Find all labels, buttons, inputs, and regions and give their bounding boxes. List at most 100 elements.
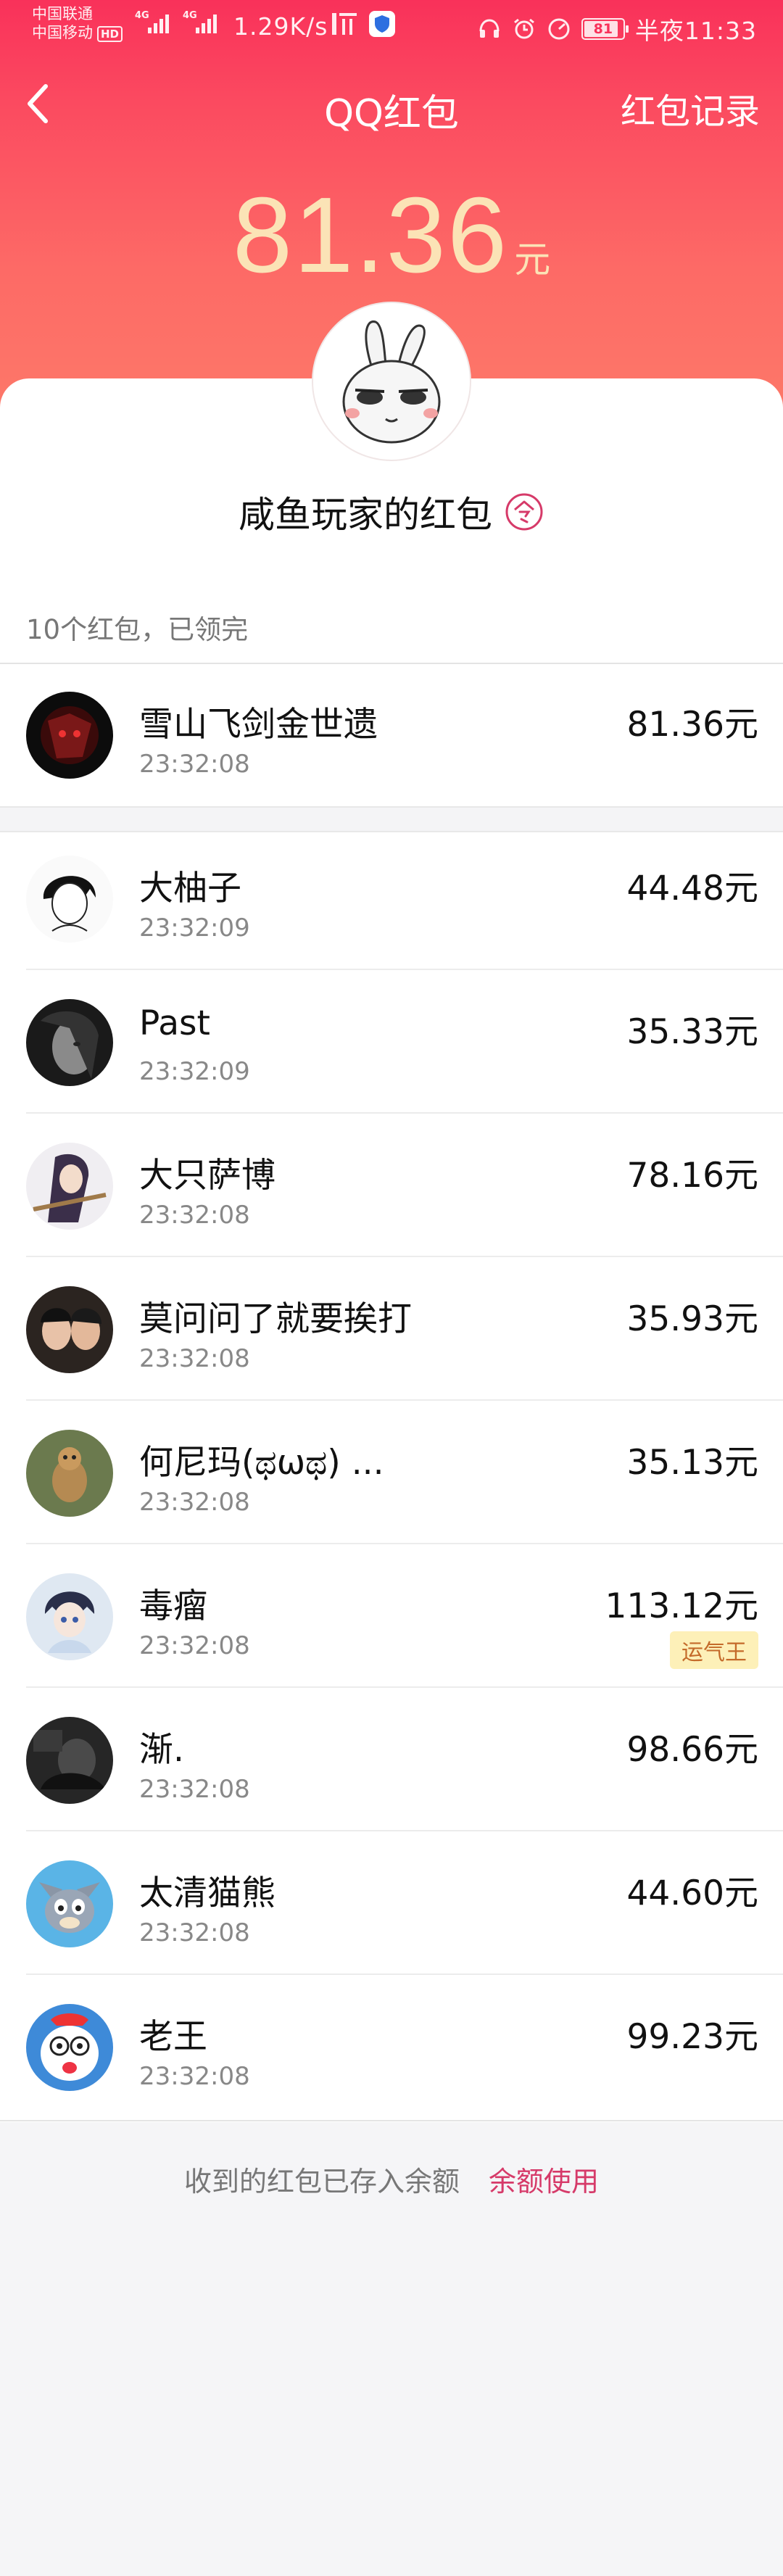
receiver-name: 老王 — [139, 2017, 207, 2057]
amount-value: 81.36 — [232, 175, 509, 295]
receive-time: 23:32:08 — [139, 1344, 250, 1373]
receive-amount: 98.66元 — [626, 1730, 758, 1770]
receive-amount: 35.33元 — [626, 1012, 758, 1052]
list-item[interactable]: 老王 23:32:08 99.23元 — [0, 1976, 783, 2119]
row-divider — [26, 969, 783, 970]
receive-time: 23:32:09 — [139, 914, 250, 943]
speedometer-icon — [548, 18, 570, 40]
avatar-image — [26, 2004, 113, 2091]
list-item-self[interactable]: 雪山飞剑金世遗 23:32:08 81.36元 — [0, 664, 783, 806]
alarm-icon — [513, 18, 534, 39]
list-item[interactable]: 莫问问了就要挨打 23:32:08 35.93元 — [0, 1259, 783, 1401]
red-packet-records-link[interactable]: 红包记录 — [621, 83, 760, 133]
list-bottom-divider — [0, 2120, 783, 2121]
list-item[interactable]: 何尼玛(ಥωಥ) ... 23:32:08 35.13元 — [0, 1402, 783, 1544]
receive-amount: 35.13元 — [626, 1443, 758, 1483]
receive-amount: 99.23元 — [626, 2017, 758, 2057]
carrier-2: 中国移动 — [32, 24, 93, 41]
receiver-name: 太清猫熊 — [139, 1873, 276, 1913]
receive-amount: 35.93元 — [626, 1299, 758, 1339]
network-type-1: 4G — [135, 10, 149, 21]
use-balance-link[interactable]: 余额使用 — [489, 2166, 599, 2198]
avatar — [26, 999, 113, 1086]
sender-row: 咸鱼玩家的红包 — [0, 486, 783, 538]
receive-time: 23:32:08 — [139, 1201, 250, 1230]
list-item[interactable]: 大只萨博 23:32:08 78.16元 — [0, 1115, 783, 1257]
avatar — [26, 1573, 113, 1660]
avatar — [26, 692, 113, 779]
footer: 收到的红包已存入余额 余额使用 — [0, 2159, 783, 2199]
receive-time: 23:32:08 — [139, 2062, 250, 2091]
avatar-image — [26, 1143, 113, 1230]
status-bar: 中国联通 中国移动 HD 4G 4G 1.29K/s 81 半夜11:33 — [0, 0, 783, 52]
receive-time: 23:32:08 — [139, 1775, 250, 1804]
signal-indicators: 4G 4G — [135, 10, 220, 35]
luckiest-badge: 运气王 — [670, 1631, 758, 1669]
avatar-image — [26, 999, 113, 1086]
battery-icon: 81 — [581, 18, 629, 40]
avatar-image — [26, 1573, 113, 1660]
bunny-avatar-image — [318, 307, 465, 455]
receive-time: 23:32:08 — [139, 1631, 250, 1660]
receiver-name: 大只萨博 — [139, 1156, 276, 1196]
signal-icon: 4G — [183, 10, 220, 35]
hd-badge: HD — [97, 26, 123, 42]
row-divider — [26, 1112, 783, 1114]
row-divider — [26, 1399, 783, 1401]
ling-token-icon[interactable] — [504, 492, 544, 532]
avatar-image — [26, 1286, 113, 1373]
headphone-icon — [479, 19, 500, 38]
sender-avatar[interactable] — [313, 303, 470, 460]
receiver-name: 毒瘤 — [139, 1586, 207, 1626]
packet-summary: 10个红包，已领完 — [26, 614, 249, 645]
avatar — [26, 1430, 113, 1517]
avatar — [26, 1860, 113, 1947]
row-divider — [26, 1686, 783, 1688]
receiver-name: 渐. — [139, 1730, 184, 1770]
receive-amount: 78.16元 — [626, 1156, 758, 1196]
avatar — [26, 1717, 113, 1804]
receive-amount: 81.36元 — [626, 705, 758, 745]
row-divider — [26, 1974, 783, 1975]
app-notification-icon — [332, 13, 357, 35]
receive-amount: 44.48元 — [626, 869, 758, 908]
carrier-1: 中国联通 — [32, 5, 93, 22]
receiver-name: Past — [139, 1003, 210, 1043]
receive-time: 23:32:08 — [139, 750, 250, 779]
carrier-info: 中国联通 中国移动 HD — [32, 4, 123, 42]
list-item[interactable]: 大柚子 23:32:09 44.48元 — [0, 828, 783, 970]
receive-amount: 44.60元 — [626, 1873, 758, 1913]
signal-icon: 4G — [135, 10, 173, 35]
receiver-name: 大柚子 — [139, 869, 241, 908]
list-item[interactable]: 渐. 23:32:08 98.66元 — [0, 1689, 783, 1831]
avatar-image — [26, 1717, 113, 1804]
receiver-name: 雪山飞剑金世遗 — [139, 705, 378, 745]
clock: 半夜11:33 — [634, 17, 757, 45]
balance-note: 收到的红包已存入余额 — [183, 2166, 460, 2198]
list-item[interactable]: 太清猫熊 23:32:08 44.60元 — [0, 1833, 783, 1975]
receive-time: 23:32:08 — [139, 1918, 250, 1947]
receive-amount: 113.12元 — [605, 1586, 758, 1626]
avatar — [26, 856, 113, 943]
avatar — [26, 1143, 113, 1230]
received-amount: 81.36 元 — [0, 181, 783, 290]
list-item[interactable]: 毒瘤 23:32:08 113.12元 运气王 — [0, 1546, 783, 1688]
avatar — [26, 1286, 113, 1373]
list-item[interactable]: Past 23:32:09 35.33元 — [0, 972, 783, 1114]
avatar — [26, 2004, 113, 2091]
receive-time: 23:32:08 — [139, 1488, 250, 1517]
receive-time: 23:32:09 — [139, 1057, 250, 1086]
battery-level: 81 — [593, 21, 613, 37]
network-type-2: 4G — [183, 10, 197, 21]
row-divider — [26, 1543, 783, 1544]
avatar-image — [26, 692, 113, 779]
receiver-name: 莫问问了就要挨打 — [139, 1299, 412, 1339]
avatar-image — [26, 1860, 113, 1947]
shield-app-icon — [369, 11, 395, 37]
row-divider — [26, 1830, 783, 1831]
status-right: 81 半夜11:33 — [477, 12, 757, 46]
amount-unit: 元 — [514, 239, 551, 281]
row-divider — [26, 1256, 783, 1257]
receiver-name: 何尼玛(ಥωಥ) ... — [139, 1443, 384, 1483]
network-speed: 1.29K/s — [233, 12, 328, 41]
